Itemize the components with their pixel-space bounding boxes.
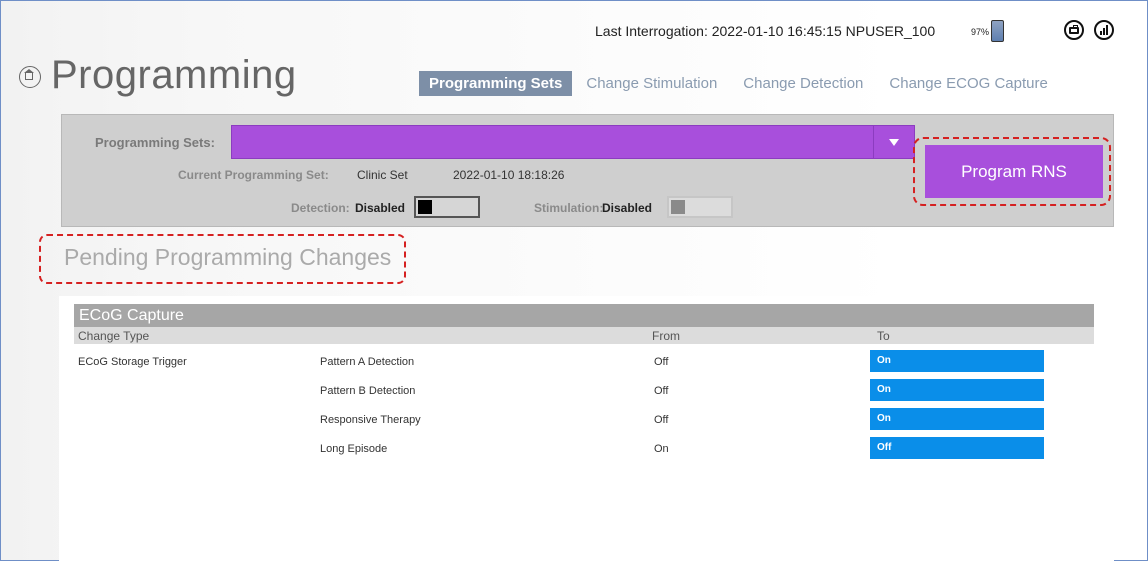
battery-icon (991, 20, 1004, 42)
pending-changes-table: ECoG Capture Change Type From To ECoG St… (59, 296, 1114, 562)
current-set-value: Clinic Set (357, 168, 408, 182)
chevron-down-icon[interactable] (873, 125, 915, 159)
stimulation-toggle[interactable] (667, 196, 733, 218)
table-row: Responsive Therapy Off On (74, 408, 1094, 432)
programming-sets-label: Programming Sets: (95, 135, 215, 150)
from-cell: Off (654, 414, 669, 426)
signal-icon[interactable] (1094, 20, 1114, 40)
briefcase-icon[interactable] (1064, 20, 1084, 40)
table-row: Pattern B Detection Off On (74, 379, 1094, 403)
change-item-cell: Long Episode (320, 443, 388, 455)
from-cell: Off (654, 356, 669, 368)
tab-change-stimulation[interactable]: Change Stimulation (586, 71, 717, 96)
to-value-box[interactable]: On (870, 379, 1044, 401)
detection-status: Disabled (355, 201, 406, 215)
current-set-label: Current Programming Set: (178, 168, 329, 182)
column-from: From (652, 329, 680, 343)
current-set-date: 2022-01-10 18:18:26 (453, 168, 565, 182)
column-to: To (877, 329, 890, 343)
change-type-cell: ECoG Storage Trigger (78, 356, 187, 368)
section-header: ECoG Capture (74, 304, 1094, 327)
to-value-box[interactable]: Off (870, 437, 1044, 459)
to-value-box[interactable]: On (870, 350, 1044, 372)
tab-programming-sets[interactable]: Programming Sets (419, 71, 573, 96)
table-row: Long Episode On Off (74, 437, 1094, 461)
table-row: ECoG Storage Trigger Pattern A Detection… (74, 350, 1094, 374)
highlight-program-button (913, 137, 1111, 206)
to-value-box[interactable]: On (870, 408, 1044, 430)
highlight-pending-title (39, 234, 406, 284)
change-item-cell: Responsive Therapy (320, 414, 421, 426)
stimulation-status: Disabled (602, 201, 653, 215)
programming-sets-select[interactable] (231, 125, 875, 159)
change-item-cell: Pattern A Detection (320, 356, 415, 368)
from-cell: On (654, 443, 669, 455)
home-icon[interactable] (19, 66, 41, 88)
from-cell: Off (654, 385, 669, 397)
detection-toggle[interactable] (414, 196, 480, 218)
app-window: Last Interrogation: 2022-01-10 16:45:15 … (0, 0, 1148, 562)
tab-bar: Programming Sets Change Stimulation Chan… (419, 71, 1074, 96)
detection-label: Detection: (291, 201, 350, 215)
last-interrogation-status: Last Interrogation: 2022-01-10 16:45:15 … (595, 23, 936, 39)
tab-change-detection[interactable]: Change Detection (743, 71, 863, 96)
column-headers: Change Type From To (74, 327, 1094, 344)
battery-percent: 97% (971, 27, 990, 37)
stimulation-label: Stimulation: (534, 201, 604, 215)
tab-change-ecog-capture[interactable]: Change ECOG Capture (889, 71, 1047, 96)
page-title: Programming (51, 53, 297, 97)
column-change-type: Change Type (78, 329, 150, 343)
change-item-cell: Pattern B Detection (320, 385, 416, 397)
